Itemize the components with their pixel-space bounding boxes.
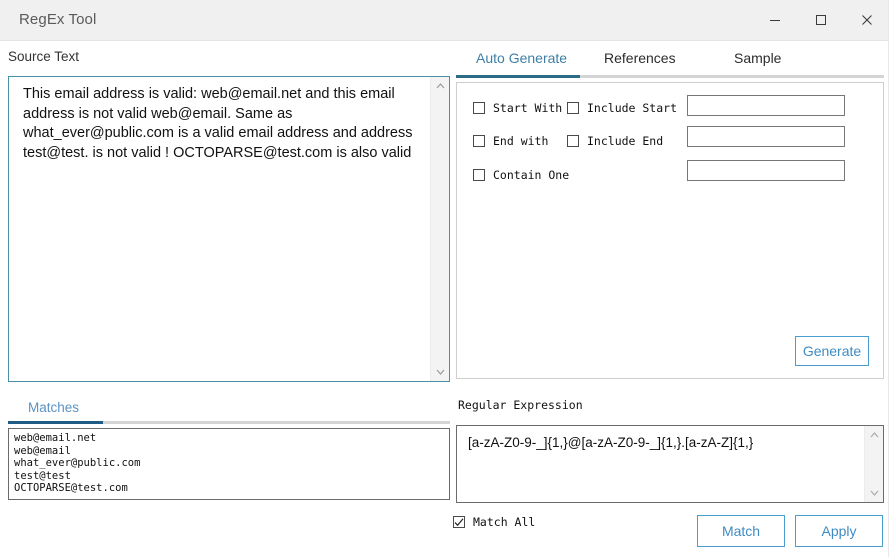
regex-label: Regular Expression bbox=[458, 398, 583, 412]
scroll-down-icon[interactable] bbox=[431, 363, 450, 381]
window-title: RegEx Tool bbox=[19, 11, 97, 28]
checkbox-contain-one[interactable]: Contain One bbox=[473, 168, 569, 182]
checkbox-include-start[interactable]: Include Start bbox=[567, 101, 677, 115]
regex-tool-window: RegEx Tool Source Text This email addres… bbox=[0, 0, 894, 557]
checkbox-include-end-label: Include End bbox=[587, 134, 664, 148]
checkbox-end-with-label: End with bbox=[493, 134, 549, 148]
source-text-area[interactable]: This email address is valid: web@email.n… bbox=[8, 76, 450, 382]
maximize-button[interactable] bbox=[798, 0, 844, 40]
checkbox-box-icon bbox=[567, 135, 579, 147]
end-with-input[interactable] bbox=[687, 126, 845, 147]
checkbox-match-all-label: Match All bbox=[473, 515, 536, 529]
matches-tab-active-indicator bbox=[8, 421, 103, 424]
regex-value: [a-zA-Z0-9-_]{1,}@[a-zA-Z0-9-_]{1,}.[a-z… bbox=[468, 435, 754, 450]
checkbox-contain-one-label: Contain One bbox=[493, 168, 570, 182]
scroll-down-icon[interactable] bbox=[865, 484, 884, 502]
maximize-icon bbox=[814, 13, 828, 27]
apply-button[interactable]: Apply bbox=[795, 515, 883, 547]
regex-input-box[interactable]: [a-zA-Z0-9-_]{1,}@[a-zA-Z0-9-_]{1,}.[a-z… bbox=[456, 425, 884, 503]
checkbox-end-with[interactable]: End with bbox=[473, 134, 548, 148]
checkbox-box-icon bbox=[567, 102, 579, 114]
checkbox-include-end[interactable]: Include End bbox=[567, 134, 663, 148]
generate-button[interactable]: Generate bbox=[795, 336, 869, 366]
source-scrollbar[interactable] bbox=[430, 77, 449, 381]
tab-references[interactable]: References bbox=[604, 50, 676, 66]
tab-sample[interactable]: Sample bbox=[734, 50, 781, 66]
matches-list-box[interactable]: web@email.net web@email what_ever@public… bbox=[8, 428, 450, 500]
tab-auto-generate[interactable]: Auto Generate bbox=[476, 50, 567, 66]
auto-generate-panel: Start With End with Contain One Include … bbox=[456, 82, 884, 379]
minimize-icon bbox=[768, 13, 782, 27]
checkbox-start-with[interactable]: Start With bbox=[473, 101, 562, 115]
tab-active-indicator bbox=[456, 75, 580, 78]
tab-strip: Auto Generate References Sample bbox=[456, 50, 884, 78]
regex-scrollbar[interactable] bbox=[864, 426, 883, 502]
close-icon bbox=[860, 13, 874, 27]
checkbox-checked-icon bbox=[453, 516, 465, 528]
source-text-label: Source Text bbox=[8, 49, 80, 64]
minimize-button[interactable] bbox=[752, 0, 798, 40]
source-text-value: This email address is valid: web@email.n… bbox=[23, 86, 417, 161]
matches-list-text: web@email.net web@email what_ever@public… bbox=[14, 432, 141, 495]
start-with-input[interactable] bbox=[687, 95, 845, 116]
checkbox-match-all[interactable]: Match All bbox=[453, 515, 535, 529]
checkbox-box-icon bbox=[473, 102, 485, 114]
checkbox-include-start-label: Include Start bbox=[587, 101, 678, 115]
scroll-up-icon[interactable] bbox=[865, 426, 884, 444]
checkbox-box-icon bbox=[473, 135, 485, 147]
checkbox-box-icon bbox=[473, 169, 485, 181]
scroll-up-icon[interactable] bbox=[431, 77, 450, 95]
checkbox-start-with-label: Start With bbox=[493, 101, 563, 115]
tab-matches[interactable]: Matches bbox=[28, 400, 79, 415]
close-button[interactable] bbox=[844, 0, 890, 40]
title-bar: RegEx Tool bbox=[0, 0, 894, 41]
contain-one-input[interactable] bbox=[687, 160, 845, 181]
match-button[interactable]: Match bbox=[697, 515, 785, 547]
window-right-edge bbox=[888, 0, 894, 557]
